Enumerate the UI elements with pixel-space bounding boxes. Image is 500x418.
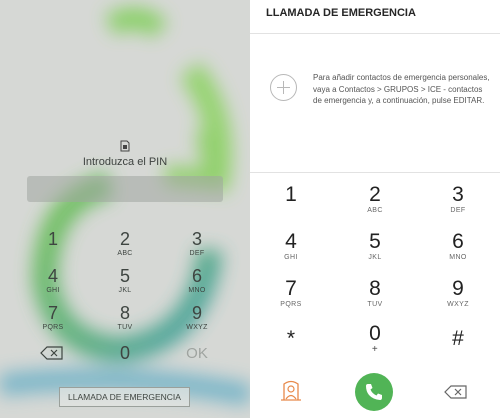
divider [250,172,500,173]
dial-key-6[interactable]: 6 MNO [428,231,488,262]
emergency-call-button[interactable]: LLAMADA DE EMERGENCIA [59,387,190,407]
dial-key-5[interactable]: 5 JKL [345,231,405,262]
info-text: Para añadir contactos de emergencia pers… [313,73,490,105]
page-title: LLAMADA DE EMERGENCIA [266,7,416,19]
backspace-icon[interactable] [444,385,468,399]
ok-button[interactable]: OK [172,344,222,364]
lock-key-3[interactable]: 3 DEF [172,229,222,258]
backspace-icon[interactable] [40,346,64,360]
dial-key-0[interactable]: 0 + [345,323,405,355]
divider [250,33,500,34]
lock-key-5[interactable]: 5 JKL [100,266,150,295]
dial-key-7[interactable]: 7 PQRS [261,278,321,309]
dial-key-1[interactable]: 1 [261,184,321,206]
lock-key-6[interactable]: 6 MNO [172,266,222,295]
add-contact-icon[interactable] [270,74,297,101]
dial-key-9[interactable]: 9 WXYZ [428,278,488,309]
emergency-dialer: LLAMADA DE EMERGENCIA Para añadir contac… [250,0,500,418]
lock-key-7[interactable]: 7 PQRS [28,303,78,332]
dial-key-2[interactable]: 2 ABC [345,184,405,215]
dial-key-3[interactable]: 3 DEF [428,184,488,215]
call-button[interactable] [355,373,393,411]
lock-key-0[interactable]: 0 [100,343,150,363]
lock-screen: Introduzca el PIN 1 2 ABC 3 DEF 4 GHI 5 JKL … [0,0,250,418]
pin-prompt: Introduzca el PIN [82,156,168,168]
lock-key-2[interactable]: 2 ABC [100,229,150,258]
pin-input[interactable] [27,176,223,202]
phone-icon [366,384,382,400]
dial-key-hash[interactable]: # [428,328,488,350]
lock-key-4[interactable]: 4 GHI [28,266,78,295]
ice-contact-icon[interactable] [280,378,302,402]
dial-key-8[interactable]: 8 TUV [345,278,405,309]
dial-key-star[interactable]: * [261,328,321,350]
lock-key-9[interactable]: 9 WXYZ [172,303,222,332]
dial-key-4[interactable]: 4 GHI [261,231,321,262]
lock-key-8[interactable]: 8 TUV [100,303,150,332]
lock-key-1[interactable]: 1 [28,229,78,249]
sim-card-icon [120,140,130,152]
